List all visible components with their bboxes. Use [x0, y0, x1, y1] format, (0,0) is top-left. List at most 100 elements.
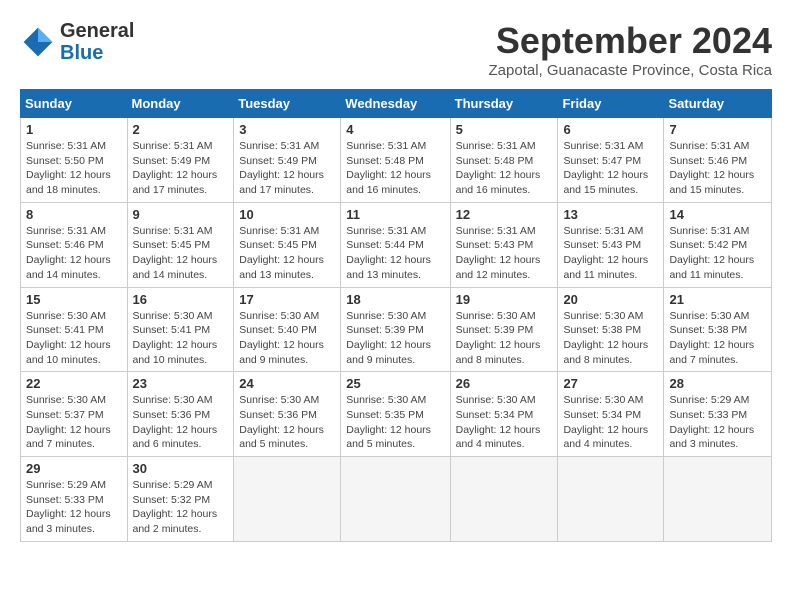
- day-number: 3: [239, 122, 335, 137]
- day-number: 9: [133, 207, 229, 222]
- calendar-week-row: 15 Sunrise: 5:30 AM Sunset: 5:41 PM Dayl…: [21, 287, 772, 372]
- page-header: General Blue September 2024 Zapotal, Gua…: [20, 20, 772, 79]
- day-info: Sunrise: 5:30 AM Sunset: 5:41 PM Dayligh…: [26, 309, 122, 368]
- calendar-day-cell: 26 Sunrise: 5:30 AM Sunset: 5:34 PM Dayl…: [450, 372, 558, 457]
- day-info: Sunrise: 5:30 AM Sunset: 5:36 PM Dayligh…: [133, 393, 229, 452]
- day-info: Sunrise: 5:29 AM Sunset: 5:32 PM Dayligh…: [133, 478, 229, 537]
- calendar-week-row: 29 Sunrise: 5:29 AM Sunset: 5:33 PM Dayl…: [21, 457, 772, 542]
- month-title: September 2024: [489, 20, 772, 62]
- weekday-header: Sunday: [21, 90, 128, 118]
- weekday-header: Thursday: [450, 90, 558, 118]
- day-number: 26: [456, 376, 553, 391]
- day-number: 7: [669, 122, 766, 137]
- calendar-week-row: 8 Sunrise: 5:31 AM Sunset: 5:46 PM Dayli…: [21, 202, 772, 287]
- day-number: 24: [239, 376, 335, 391]
- day-number: 27: [563, 376, 658, 391]
- calendar-day-cell: [664, 457, 772, 542]
- calendar-day-cell: 7 Sunrise: 5:31 AM Sunset: 5:46 PM Dayli…: [664, 118, 772, 203]
- day-number: 10: [239, 207, 335, 222]
- day-info: Sunrise: 5:30 AM Sunset: 5:39 PM Dayligh…: [346, 309, 444, 368]
- calendar-day-cell: 1 Sunrise: 5:31 AM Sunset: 5:50 PM Dayli…: [21, 118, 128, 203]
- day-info: Sunrise: 5:31 AM Sunset: 5:45 PM Dayligh…: [133, 224, 229, 283]
- day-number: 28: [669, 376, 766, 391]
- logo-icon: [20, 24, 56, 60]
- day-info: Sunrise: 5:30 AM Sunset: 5:39 PM Dayligh…: [456, 309, 553, 368]
- calendar-day-cell: 4 Sunrise: 5:31 AM Sunset: 5:48 PM Dayli…: [341, 118, 450, 203]
- day-info: Sunrise: 5:31 AM Sunset: 5:50 PM Dayligh…: [26, 139, 122, 198]
- day-info: Sunrise: 5:31 AM Sunset: 5:44 PM Dayligh…: [346, 224, 444, 283]
- calendar-day-cell: 13 Sunrise: 5:31 AM Sunset: 5:43 PM Dayl…: [558, 202, 664, 287]
- day-number: 15: [26, 292, 122, 307]
- day-number: 25: [346, 376, 444, 391]
- calendar-day-cell: [341, 457, 450, 542]
- day-info: Sunrise: 5:29 AM Sunset: 5:33 PM Dayligh…: [669, 393, 766, 452]
- calendar-day-cell: 10 Sunrise: 5:31 AM Sunset: 5:45 PM Dayl…: [234, 202, 341, 287]
- day-info: Sunrise: 5:31 AM Sunset: 5:47 PM Dayligh…: [563, 139, 658, 198]
- day-info: Sunrise: 5:30 AM Sunset: 5:35 PM Dayligh…: [346, 393, 444, 452]
- day-number: 17: [239, 292, 335, 307]
- day-number: 12: [456, 207, 553, 222]
- day-info: Sunrise: 5:31 AM Sunset: 5:43 PM Dayligh…: [563, 224, 658, 283]
- weekday-header: Wednesday: [341, 90, 450, 118]
- calendar-day-cell: 17 Sunrise: 5:30 AM Sunset: 5:40 PM Dayl…: [234, 287, 341, 372]
- calendar-day-cell: 2 Sunrise: 5:31 AM Sunset: 5:49 PM Dayli…: [127, 118, 234, 203]
- day-number: 19: [456, 292, 553, 307]
- day-info: Sunrise: 5:31 AM Sunset: 5:48 PM Dayligh…: [346, 139, 444, 198]
- day-info: Sunrise: 5:31 AM Sunset: 5:46 PM Dayligh…: [26, 224, 122, 283]
- day-info: Sunrise: 5:30 AM Sunset: 5:41 PM Dayligh…: [133, 309, 229, 368]
- calendar-day-cell: 3 Sunrise: 5:31 AM Sunset: 5:49 PM Dayli…: [234, 118, 341, 203]
- calendar-week-row: 22 Sunrise: 5:30 AM Sunset: 5:37 PM Dayl…: [21, 372, 772, 457]
- day-number: 29: [26, 461, 122, 476]
- day-number: 13: [563, 207, 658, 222]
- day-number: 22: [26, 376, 122, 391]
- calendar-day-cell: 6 Sunrise: 5:31 AM Sunset: 5:47 PM Dayli…: [558, 118, 664, 203]
- calendar-day-cell: 22 Sunrise: 5:30 AM Sunset: 5:37 PM Dayl…: [21, 372, 128, 457]
- calendar-day-cell: [234, 457, 341, 542]
- day-number: 18: [346, 292, 444, 307]
- weekday-header: Tuesday: [234, 90, 341, 118]
- day-info: Sunrise: 5:30 AM Sunset: 5:37 PM Dayligh…: [26, 393, 122, 452]
- calendar-day-cell: 8 Sunrise: 5:31 AM Sunset: 5:46 PM Dayli…: [21, 202, 128, 287]
- day-number: 21: [669, 292, 766, 307]
- calendar-day-cell: [450, 457, 558, 542]
- calendar-week-row: 1 Sunrise: 5:31 AM Sunset: 5:50 PM Dayli…: [21, 118, 772, 203]
- weekday-header: Saturday: [664, 90, 772, 118]
- calendar-day-cell: 21 Sunrise: 5:30 AM Sunset: 5:38 PM Dayl…: [664, 287, 772, 372]
- day-number: 14: [669, 207, 766, 222]
- day-info: Sunrise: 5:30 AM Sunset: 5:34 PM Dayligh…: [563, 393, 658, 452]
- calendar-table: SundayMondayTuesdayWednesdayThursdayFrid…: [20, 89, 772, 542]
- location-subtitle: Zapotal, Guanacaste Province, Costa Rica: [489, 62, 772, 79]
- day-info: Sunrise: 5:30 AM Sunset: 5:38 PM Dayligh…: [563, 309, 658, 368]
- day-info: Sunrise: 5:31 AM Sunset: 5:45 PM Dayligh…: [239, 224, 335, 283]
- day-number: 4: [346, 122, 444, 137]
- day-info: Sunrise: 5:29 AM Sunset: 5:33 PM Dayligh…: [26, 478, 122, 537]
- day-info: Sunrise: 5:31 AM Sunset: 5:48 PM Dayligh…: [456, 139, 553, 198]
- day-info: Sunrise: 5:30 AM Sunset: 5:36 PM Dayligh…: [239, 393, 335, 452]
- calendar-day-cell: 5 Sunrise: 5:31 AM Sunset: 5:48 PM Dayli…: [450, 118, 558, 203]
- calendar-day-cell: 9 Sunrise: 5:31 AM Sunset: 5:45 PM Dayli…: [127, 202, 234, 287]
- logo-text: General Blue: [60, 20, 134, 64]
- day-number: 5: [456, 122, 553, 137]
- calendar-day-cell: [558, 457, 664, 542]
- title-block: September 2024 Zapotal, Guanacaste Provi…: [489, 20, 772, 79]
- logo: General Blue: [20, 20, 134, 64]
- day-number: 20: [563, 292, 658, 307]
- calendar-day-cell: 23 Sunrise: 5:30 AM Sunset: 5:36 PM Dayl…: [127, 372, 234, 457]
- calendar-day-cell: 30 Sunrise: 5:29 AM Sunset: 5:32 PM Dayl…: [127, 457, 234, 542]
- calendar-day-cell: 19 Sunrise: 5:30 AM Sunset: 5:39 PM Dayl…: [450, 287, 558, 372]
- calendar-day-cell: 14 Sunrise: 5:31 AM Sunset: 5:42 PM Dayl…: [664, 202, 772, 287]
- calendar-header-row: SundayMondayTuesdayWednesdayThursdayFrid…: [21, 90, 772, 118]
- day-number: 2: [133, 122, 229, 137]
- day-info: Sunrise: 5:31 AM Sunset: 5:43 PM Dayligh…: [456, 224, 553, 283]
- day-number: 1: [26, 122, 122, 137]
- calendar-day-cell: 27 Sunrise: 5:30 AM Sunset: 5:34 PM Dayl…: [558, 372, 664, 457]
- day-info: Sunrise: 5:30 AM Sunset: 5:40 PM Dayligh…: [239, 309, 335, 368]
- calendar-day-cell: 24 Sunrise: 5:30 AM Sunset: 5:36 PM Dayl…: [234, 372, 341, 457]
- calendar-day-cell: 20 Sunrise: 5:30 AM Sunset: 5:38 PM Dayl…: [558, 287, 664, 372]
- day-number: 16: [133, 292, 229, 307]
- day-number: 6: [563, 122, 658, 137]
- day-info: Sunrise: 5:31 AM Sunset: 5:49 PM Dayligh…: [239, 139, 335, 198]
- calendar-day-cell: 29 Sunrise: 5:29 AM Sunset: 5:33 PM Dayl…: [21, 457, 128, 542]
- calendar-day-cell: 25 Sunrise: 5:30 AM Sunset: 5:35 PM Dayl…: [341, 372, 450, 457]
- day-info: Sunrise: 5:30 AM Sunset: 5:34 PM Dayligh…: [456, 393, 553, 452]
